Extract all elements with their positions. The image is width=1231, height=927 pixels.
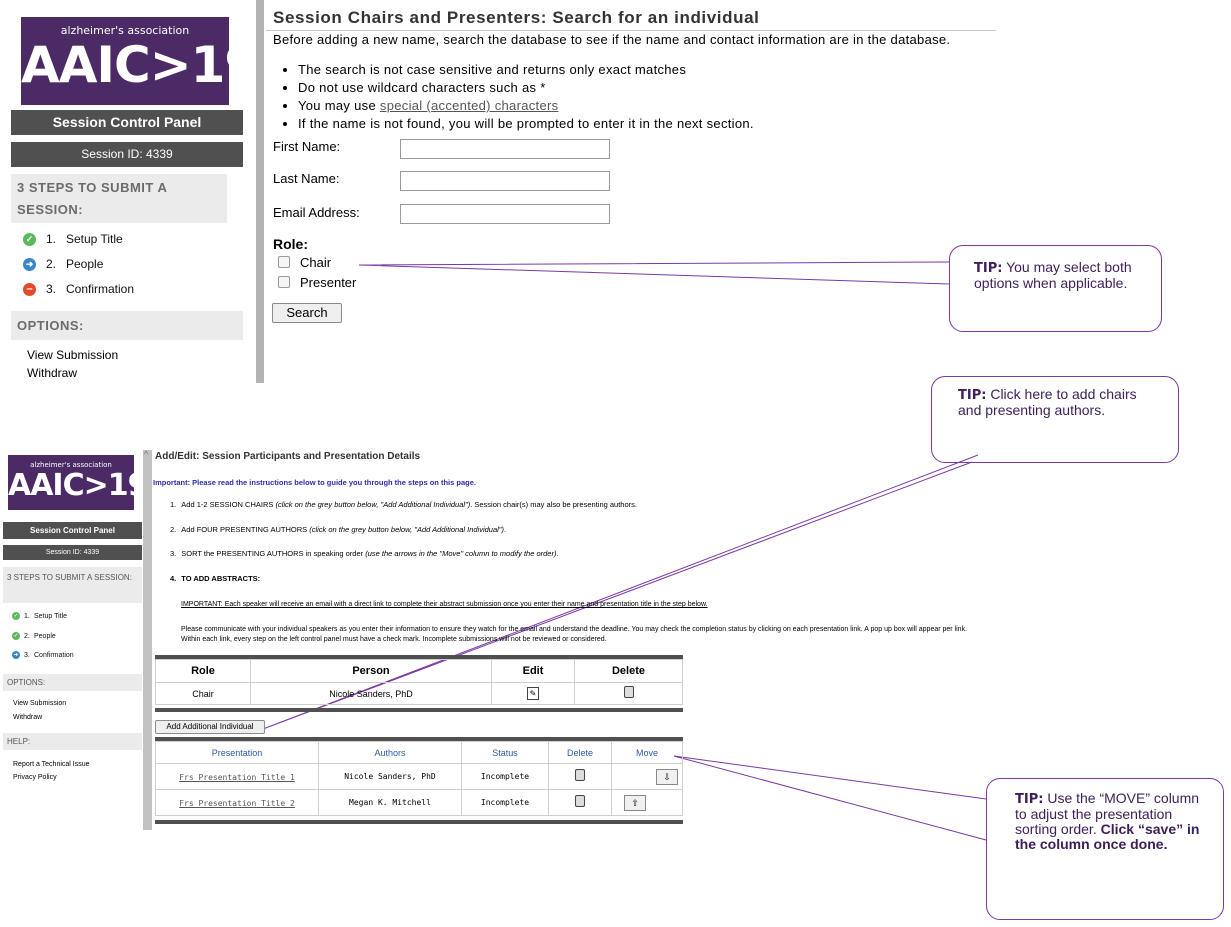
step-num: 1.: [24, 612, 30, 620]
col-authors: Authors: [318, 741, 462, 764]
instruction-italic: (click on the grey button below, "Add Ad…: [309, 525, 504, 534]
col-presentation: Presentation: [155, 741, 319, 764]
trash-icon[interactable]: [623, 686, 634, 698]
authors-cell: Megan K. Mitchell: [318, 789, 462, 816]
edit-icon[interactable]: ✎: [527, 687, 539, 700]
tip1-connector: [358, 261, 950, 285]
steps-header: 3 STEPS TO SUBMIT A SESSION:: [3, 567, 142, 603]
check-icon: ✓: [12, 632, 20, 640]
sidebar-divider: [143, 450, 152, 830]
report-issue-link[interactable]: Report a Technical Issue: [13, 761, 90, 768]
instruction-num: 4.: [170, 574, 177, 583]
col-person: Person: [250, 659, 492, 683]
col-move: Move: [611, 741, 683, 764]
abstract-note-2: Within each link, every step on the left…: [181, 636, 607, 643]
step-people[interactable]: ✓ 2. People: [12, 632, 56, 640]
instruction-text: Add 1-2 SESSION CHAIRS: [181, 500, 276, 509]
instruction-text: Add FOUR PRESENTING AUTHORS: [181, 525, 310, 534]
abstract-note-1: Please communicate with your individual …: [181, 626, 968, 633]
logo-wordmark: AAIC>19: [8, 468, 149, 503]
tip3-connector: [673, 755, 987, 841]
step-label: Confirmation: [34, 651, 74, 659]
instruction-text: SORT the PRESENTING AUTHORS in speaking …: [181, 549, 366, 558]
move-up-arrow-icon[interactable]: ⇧: [624, 794, 646, 811]
instruction-italic: (click on the grey button below, "Add Ad…: [275, 500, 471, 509]
instruction-3: 3. SORT the PRESENTING AUTHORS in speakin…: [170, 549, 559, 558]
important-note: Important: Please read the instructions …: [153, 478, 476, 487]
instruction-italic: (use the arrows in the "Move" column to …: [365, 549, 557, 558]
trash-icon[interactable]: [575, 795, 585, 807]
option-withdraw[interactable]: Withdraw: [13, 714, 42, 721]
col-role: Role: [155, 659, 251, 683]
trash-icon[interactable]: [575, 769, 585, 781]
authors-cell: Nicole Sanders, PhD: [318, 763, 462, 790]
options-header: OPTIONS:: [3, 674, 142, 691]
abstract-important: IMPORTANT: Each speaker will receive an …: [181, 601, 708, 608]
aaic-logo: alzheimer's association AAIC>19: [8, 455, 149, 510]
add-additional-individual-button[interactable]: Add Additional Individual: [155, 720, 265, 734]
session-id: Session ID: 4339: [3, 545, 142, 560]
status-cell: Incomplete: [461, 763, 549, 790]
arrow-right-icon: ➜: [12, 651, 20, 659]
step-num: 3.: [24, 651, 30, 659]
people-table-bottombar: [155, 708, 683, 712]
step-label: Setup Title: [34, 612, 68, 620]
role-cell: Chair: [155, 682, 251, 705]
instruction-after: .: [556, 549, 559, 558]
person-cell: Nicole Sanders, PhD: [250, 682, 492, 705]
col-status: Status: [461, 741, 549, 764]
option-view-submission[interactable]: View Submission: [13, 700, 66, 707]
presentation-table: Presentation Authors Status Delete Move …: [155, 741, 683, 816]
collapse-arrow-icon[interactable]: ^: [144, 449, 148, 459]
status-cell: Incomplete: [461, 789, 549, 816]
instruction-num: 3.: [170, 549, 177, 558]
instruction-2: 2. Add FOUR PRESENTING AUTHORS (click on …: [170, 525, 506, 534]
control-panel-header: Session Control Panel: [3, 522, 142, 539]
col-edit: Edit: [491, 659, 575, 683]
instruction-4: 4. TO ADD ABSTRACTS:: [170, 574, 260, 583]
privacy-policy-link[interactable]: Privacy Policy: [13, 774, 57, 781]
step-label: People: [34, 632, 56, 640]
check-icon: ✓: [12, 612, 20, 620]
page-title: Add/Edit: Session Participants and Prese…: [155, 451, 421, 462]
presentation-table-bottombar: [155, 820, 683, 824]
move-down-arrow-icon[interactable]: ⇩: [656, 768, 678, 785]
table-row: Frs Presentation Title 2 Megan K. Mitche…: [155, 789, 683, 816]
step-setup-title[interactable]: ✓ 1. Setup Title: [12, 612, 67, 620]
instruction-after: .: [503, 525, 507, 534]
table-row: Chair Nicole Sanders, PhD ✎: [155, 682, 683, 705]
step-confirmation[interactable]: ➜ 3. Confirmation: [12, 651, 74, 659]
people-table: Role Person Edit Delete Chair Nicole San…: [155, 659, 683, 705]
help-header: HELP:: [3, 733, 142, 750]
instruction-after: . Session chair(s) may also be presentin…: [470, 500, 637, 509]
instruction-text: TO ADD ABSTRACTS:: [181, 574, 261, 583]
presentation-link[interactable]: Frs Presentation Title 1: [179, 773, 295, 782]
table-row: Frs Presentation Title 1 Nicole Sanders,…: [155, 763, 683, 790]
instruction-1: 1. Add 1-2 SESSION CHAIRS (click on the g…: [170, 500, 637, 509]
step-num: 2.: [24, 632, 30, 640]
col-delete: Delete: [574, 659, 683, 683]
instruction-num: 1.: [170, 500, 177, 509]
col-delete: Delete: [548, 741, 612, 764]
instruction-num: 2.: [170, 525, 177, 534]
presentation-link[interactable]: Frs Presentation Title 2: [179, 799, 295, 808]
